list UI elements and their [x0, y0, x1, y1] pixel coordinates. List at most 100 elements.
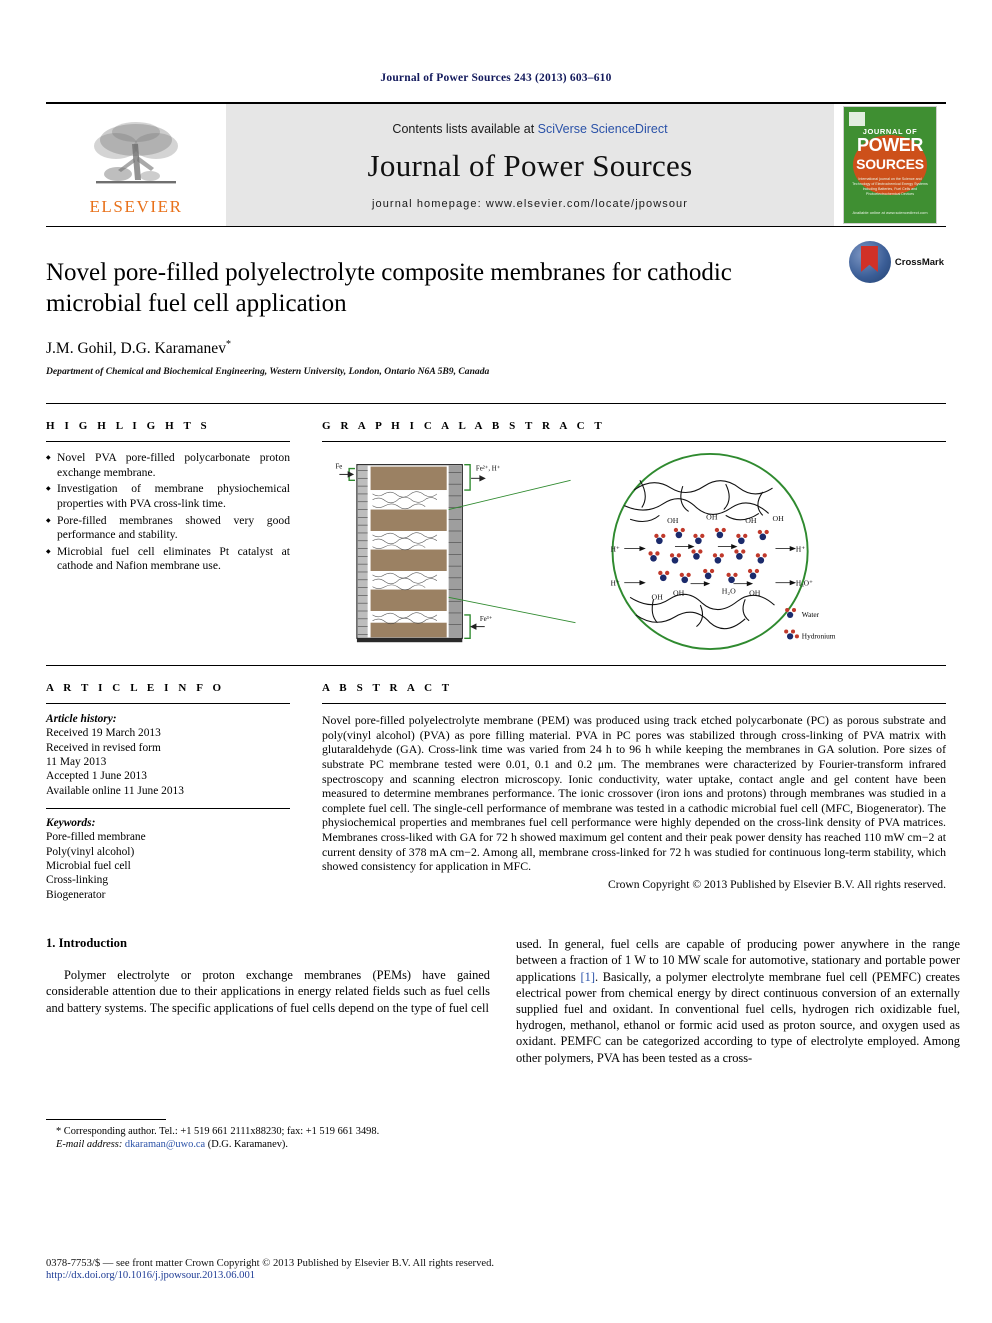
author-list: J.M. Gohil, D.G. Karamanev* — [46, 339, 946, 358]
label-h-plus-out: H⁺ — [796, 545, 805, 554]
svg-text:H₂O: H₂O — [722, 587, 736, 596]
section-heading-introduction: 1. Introduction — [46, 936, 127, 951]
svg-text:OH: OH — [745, 516, 757, 525]
label-fe-bottom-right: Fe³⁺ — [480, 616, 493, 623]
highlights-graphical-row: H I G H L I G H T S Novel PVA pore-fille… — [46, 403, 946, 651]
cover-sources-text: SOURCES — [856, 156, 924, 172]
article-info-rule — [46, 703, 290, 705]
graphical-abstract-column: G R A P H I C A L A B S T R A C T Fe Fe²… — [304, 420, 946, 651]
graphical-abstract-figure: Fe Fe²⁺, H⁺ Fe³⁺ OH OH OH OH OH H₂O OH O… — [322, 451, 946, 651]
footnote-rule — [46, 1119, 166, 1121]
membrane-schematic-svg: Fe Fe²⁺, H⁺ Fe³⁺ OH OH OH OH OH H₂O OH O… — [335, 453, 836, 651]
highlights-rule — [46, 441, 290, 443]
abstract-copyright: Crown Copyright © 2013 Published by Else… — [607, 877, 946, 891]
articleinfo-abstract-row: A R T I C L E I N F O Article history: R… — [46, 665, 946, 902]
graphical-abstract-heading: G R A P H I C A L A B S T R A C T — [322, 420, 606, 433]
masthead-center: Contents lists available at SciVerse Sci… — [226, 104, 834, 226]
article-history-label: Article history: — [46, 713, 117, 726]
article-info-heading: A R T I C L E I N F O — [46, 682, 225, 695]
label-h3o-out: H₃O⁺ — [796, 579, 813, 588]
article-info-column: A R T I C L E I N F O Article history: R… — [46, 682, 304, 902]
journal-title: Journal of Power Sources — [367, 148, 693, 183]
history-line: Received in revised form — [46, 741, 161, 754]
zoom-connector-lines — [448, 479, 576, 624]
email-label: E-mail address: — [56, 1139, 123, 1151]
svg-text:OH: OH — [749, 589, 761, 598]
title-block: CrossMark Novel pore-filled polyelectrol… — [46, 226, 946, 377]
keyword-item: Biogenerator — [46, 888, 106, 901]
highlight-item: Novel PVA pore-filled polycarbonate prot… — [46, 451, 290, 480]
body-column-right: used. In general, fuel cells are capable… — [516, 936, 960, 1151]
article-page: Journal of Power Sources 243 (2013) 603–… — [0, 0, 992, 1323]
history-line: Available online 11 June 2013 — [46, 784, 184, 797]
label-fe-left: Fe — [335, 464, 342, 471]
cover-publisher-mark — [849, 112, 865, 126]
magnified-network-circle: OH OH OH OH OH H₂O OH OH H⁺ H⁺ H⁺ H₃O⁺ — [611, 453, 813, 651]
journal-masthead: ELSEVIER Contents lists available at Sci… — [46, 102, 946, 226]
email-owner: (D.G. Karamanev). — [207, 1139, 288, 1151]
history-line: Received 19 March 2013 — [46, 727, 161, 740]
svg-text:OH: OH — [652, 592, 664, 601]
legend-hydronium-label: Hydronium — [802, 631, 836, 640]
svg-text:OH: OH — [706, 512, 718, 521]
cover-subtitle-text: International journal on the Science and… — [852, 177, 928, 196]
highlights-column: H I G H L I G H T S Novel PVA pore-fille… — [46, 420, 304, 651]
email-link[interactable]: dkaraman@uwo.ca — [125, 1139, 205, 1150]
cover-image: JOURNAL OF POWER SOURCES International j… — [843, 106, 937, 224]
crossmark-badge-group[interactable]: CrossMark — [848, 241, 944, 283]
highlight-item: Microbial fuel cell eliminates Pt cataly… — [46, 545, 290, 574]
journal-homepage-line[interactable]: journal homepage: www.elsevier.com/locat… — [372, 198, 688, 210]
crossmark-label: CrossMark — [894, 256, 944, 268]
contents-prefix: Contents lists available at — [392, 122, 538, 136]
doi-link[interactable]: http://dx.doi.org/10.1016/j.jpowsour.201… — [46, 1270, 946, 1281]
running-head: Journal of Power Sources 243 (2013) 603–… — [380, 72, 612, 84]
svg-text:OH: OH — [673, 589, 685, 598]
highlight-item: Investigation of membrane physiochemical… — [46, 482, 290, 511]
reference-link-1[interactable]: [1] — [581, 970, 595, 984]
cover-power-text: POWER — [856, 135, 923, 155]
label-fe-top-right: Fe²⁺, H⁺ — [476, 466, 501, 473]
graphical-abstract-rule — [322, 441, 946, 443]
label-h-plus-in-2: H⁺ — [611, 579, 620, 588]
history-line: Accepted 1 June 2013 — [46, 770, 147, 783]
figure-legend: Water Hydronium — [784, 608, 836, 640]
body-columns: 1. Introduction Polymer electrolyte or p… — [46, 936, 960, 1151]
highlight-item: Pore-filled membranes showed very good p… — [46, 514, 290, 543]
abstract-text: Novel pore-filled polyelectrolyte membra… — [322, 713, 946, 874]
svg-text:OH: OH — [773, 514, 785, 523]
email-note: E-mail address: dkaraman@uwo.ca (D.G. Ka… — [46, 1138, 490, 1151]
page-footer: 0378-7753/$ — see front matter Crown Cop… — [46, 1258, 946, 1281]
keywords-label: Keywords: — [46, 817, 96, 830]
elsevier-logo: ELSEVIER — [46, 104, 226, 226]
journal-cover-thumbnail: JOURNAL OF POWER SOURCES International j… — [834, 104, 946, 226]
issn-copyright-line: 0378-7753/$ — see front matter Crown Cop… — [46, 1258, 495, 1269]
history-line: 11 May 2013 — [46, 755, 107, 768]
crossmark-icon — [848, 241, 891, 283]
abstract-heading: A B S T R A C T — [322, 682, 453, 695]
keyword-item: Cross-linking — [46, 874, 109, 887]
keyword-item: Pore-filled membrane — [46, 831, 146, 844]
membrane-cross-section — [356, 464, 463, 643]
cover-bottom-note: Available online at www.sciencedirect.co… — [852, 210, 928, 215]
abstract-column: A B S T R A C T Novel pore-filled polyel… — [304, 682, 946, 902]
highlights-heading: H I G H L I G H T S — [46, 420, 211, 433]
legend-water-label: Water — [802, 610, 820, 619]
highlights-list: Novel PVA pore-filled polycarbonate prot… — [46, 451, 290, 574]
body-column-left: 1. Introduction Polymer electrolyte or p… — [46, 936, 490, 1151]
contents-available-line: Contents lists available at SciVerse Sci… — [392, 122, 667, 136]
keyword-item: Poly(vinyl alcohol) — [46, 845, 135, 858]
keywords-rule — [46, 808, 290, 810]
elsevier-tree-icon — [94, 121, 178, 183]
affiliation: Department of Chemical and Biochemical E… — [46, 366, 490, 378]
intro-paragraph-right: used. In general, fuel cells are capable… — [516, 936, 960, 1066]
author-names: J.M. Gohil, D.G. Karamanev — [46, 340, 226, 358]
elsevier-wordmark: ELSEVIER — [89, 196, 183, 216]
sciencedirect-link[interactable]: SciVerse ScienceDirect — [538, 122, 668, 136]
footnote-block: * Corresponding author. Tel.: +1 519 661… — [46, 1119, 490, 1151]
label-h-plus-in-1: H⁺ — [611, 545, 620, 554]
page-title: Novel pore-filled polyelectrolyte compos… — [46, 259, 732, 317]
abstract-rule — [322, 703, 946, 705]
svg-text:OH: OH — [667, 516, 679, 525]
corresponding-author-note: * Corresponding author. Tel.: +1 519 661… — [56, 1126, 380, 1138]
intro-paragraph-left: Polymer electrolyte or proton exchange m… — [46, 968, 490, 1015]
